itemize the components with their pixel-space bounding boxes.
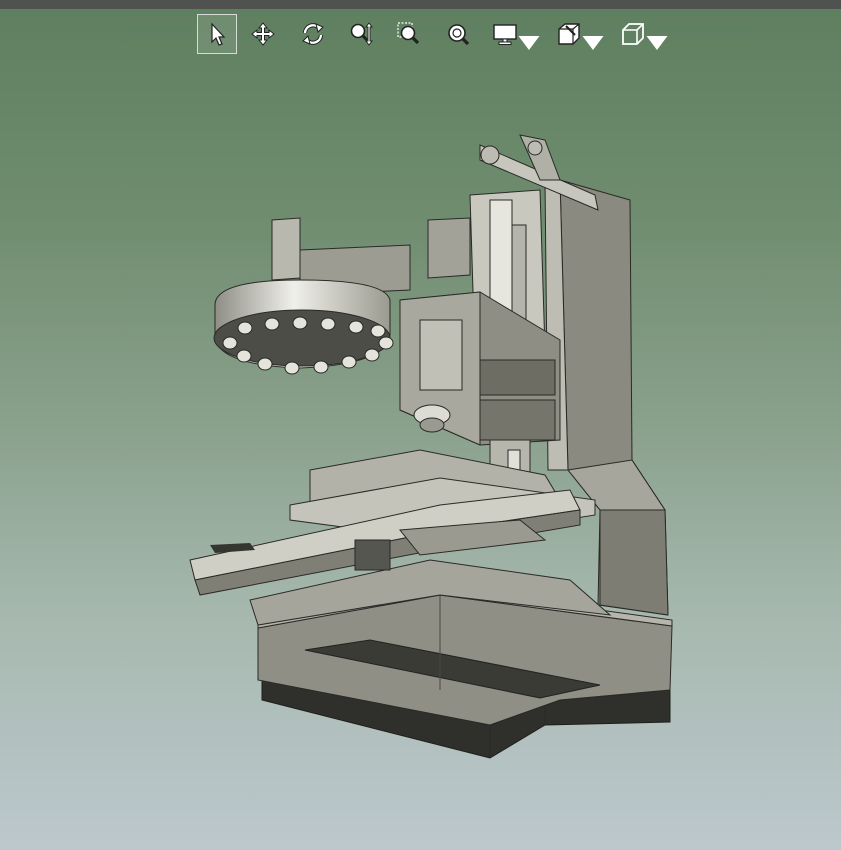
spindle-head [399, 189, 561, 491]
section-view-button[interactable] [553, 14, 607, 54]
zoom-window-icon [397, 22, 420, 45]
zoom-fit-tool-button[interactable] [438, 14, 478, 54]
rotate-icon [302, 23, 324, 45]
display-mode-button[interactable] [489, 14, 543, 54]
view-orientation-button[interactable] [617, 14, 671, 54]
zoom-window-tool-button[interactable] [389, 14, 429, 54]
3d-viewport[interactable] [0, 60, 841, 850]
rotate-tool-button[interactable] [293, 14, 333, 54]
zoom-tool-button[interactable] [341, 14, 381, 54]
chevron-down-icon [518, 36, 540, 50]
chevron-down-icon [582, 36, 604, 50]
chevron-down-icon [646, 36, 668, 50]
tool-changer-carousel [213, 217, 411, 375]
zoom-updown-icon [350, 22, 373, 46]
select-tool-button[interactable] [197, 14, 237, 54]
machine-table [189, 449, 612, 626]
window-top-bar [0, 0, 841, 9]
zoom-fit-icon [448, 24, 470, 46]
pan-tool-button[interactable] [243, 14, 283, 54]
select-arrow-icon [211, 22, 226, 46]
machine-model [189, 134, 673, 759]
pan-move-icon [251, 22, 275, 46]
